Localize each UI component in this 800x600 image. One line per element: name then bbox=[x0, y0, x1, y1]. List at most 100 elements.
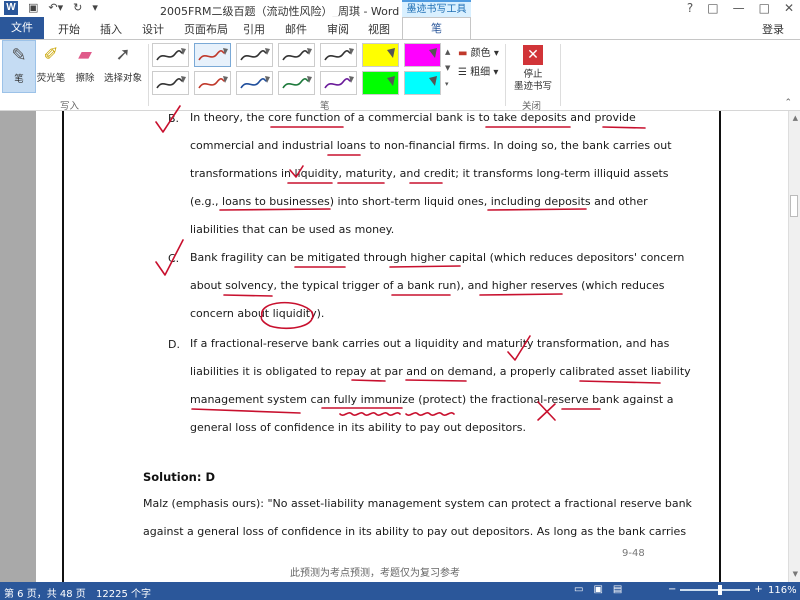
web-layout-icon[interactable]: ▤ bbox=[613, 584, 622, 595]
pen-button[interactable]: ✎ 笔 bbox=[2, 40, 36, 93]
ribbon-display-button[interactable]: □ bbox=[707, 1, 718, 15]
thickness-icon: ☰ bbox=[458, 67, 471, 78]
page-count[interactable]: 第 6 页，共 48 页 bbox=[4, 585, 86, 600]
text-line: general loss of confidence in its abilit… bbox=[190, 421, 527, 434]
stop-inking-button[interactable]: ✕ 停止 墨迹书写 bbox=[510, 42, 556, 93]
group-divider bbox=[148, 44, 149, 106]
pen-stroke-icon bbox=[282, 76, 312, 89]
pen-style-5[interactable] bbox=[320, 43, 357, 67]
text-line: If a fractional-reserve bank carries out… bbox=[190, 337, 670, 350]
login-link[interactable]: 登录 bbox=[762, 21, 784, 37]
save-icon[interactable]: ▣ bbox=[28, 1, 38, 15]
gallery-scroll[interactable]: ▲ ▼ ▾ bbox=[445, 44, 450, 92]
print-layout-icon[interactable]: ▣ bbox=[593, 584, 602, 595]
collapse-ribbon-icon[interactable]: ⌃ bbox=[784, 98, 792, 108]
pen-style-9[interactable] bbox=[194, 71, 231, 95]
pen-style-14[interactable] bbox=[404, 71, 441, 95]
page-footer: 此预测为考点预测，考题仅为复习参考 bbox=[290, 568, 460, 579]
pen-style-11[interactable] bbox=[278, 71, 315, 95]
highlighter-pen-icon bbox=[387, 48, 395, 58]
word-count[interactable]: 12225 个字 bbox=[96, 585, 151, 600]
close-button[interactable]: ✕ bbox=[784, 1, 794, 15]
pen-color-button[interactable]: ▬ 颜色 ▾ bbox=[458, 44, 499, 63]
option-c-text[interactable]: Bank fragility can be mitigated through … bbox=[190, 244, 684, 328]
page-border-right bbox=[719, 111, 721, 582]
option-letter-b: B. bbox=[168, 112, 180, 125]
read-mode-icon[interactable]: ▭ bbox=[574, 584, 583, 595]
eraser-button[interactable]: ▰ 擦除 bbox=[70, 40, 100, 84]
tab-file[interactable]: 文件 bbox=[0, 17, 44, 39]
text-line: against a general loss of confidence in … bbox=[143, 525, 687, 538]
pen-stroke-icon bbox=[198, 48, 228, 61]
maximize-button[interactable]: □ bbox=[759, 1, 770, 15]
zoom-slider-thumb[interactable] bbox=[718, 585, 723, 595]
scroll-down-icon[interactable]: ▼ bbox=[793, 570, 798, 578]
undo-icon[interactable]: ↶▾ bbox=[48, 1, 63, 15]
zoom-out-button[interactable]: − bbox=[668, 584, 676, 595]
eraser-icon: ▰ bbox=[78, 44, 92, 65]
highlighter-pen-icon bbox=[387, 76, 395, 86]
vertical-scrollbar[interactable] bbox=[788, 111, 800, 582]
zoom-in-button[interactable]: + bbox=[754, 584, 762, 595]
text-line: liabilities that can be used as money. bbox=[190, 223, 395, 236]
pen-thickness-button[interactable]: ☰ 粗细 ▾ bbox=[458, 63, 499, 82]
text-line: In theory, the core function of a commer… bbox=[190, 111, 636, 124]
pen-style-10[interactable] bbox=[236, 71, 273, 95]
group-divider bbox=[505, 44, 506, 106]
scrollbar-thumb[interactable] bbox=[790, 195, 798, 217]
minimize-button[interactable]: — bbox=[733, 1, 745, 15]
text-line: transformations in liquidity, maturity, … bbox=[190, 167, 669, 180]
context-tool-label: 墨迹书写工具 bbox=[402, 0, 471, 17]
pen-style-1[interactable] bbox=[152, 43, 189, 67]
view-buttons: ▭ ▣ ▤ bbox=[574, 584, 622, 595]
redo-icon[interactable]: ↻ bbox=[73, 1, 82, 15]
pen-style-13[interactable] bbox=[362, 71, 399, 95]
pen-options: ▬ 颜色 ▾ ☰ 粗细 ▾ bbox=[458, 44, 499, 82]
color-icon: ▬ bbox=[458, 48, 471, 59]
window-controls: ? □ — □ ✕ bbox=[687, 1, 794, 15]
pen-stroke-icon bbox=[156, 76, 186, 89]
stop-icon: ✕ bbox=[523, 45, 543, 65]
pen-style-3[interactable] bbox=[236, 43, 273, 67]
page-number: 9-48 bbox=[622, 548, 645, 559]
cursor-icon: ➚ bbox=[115, 44, 131, 65]
pen-stroke-icon bbox=[324, 76, 354, 89]
highlighter-pen-icon bbox=[429, 48, 437, 58]
pen-style-7[interactable] bbox=[404, 43, 441, 67]
tab-view[interactable]: 视图 bbox=[368, 21, 390, 37]
tab-home[interactable]: 开始 bbox=[58, 21, 80, 37]
title-bar: W ▣ ↶▾ ↻ ▾ 2005FRM二级百题（流动性风险）_周琪 - Word … bbox=[0, 0, 800, 18]
scroll-up-icon[interactable]: ▲ bbox=[793, 114, 798, 122]
text-line: (e.g., loans to businesses) into short-t… bbox=[190, 195, 648, 208]
solution-heading: Solution: D bbox=[143, 470, 215, 484]
pen-style-6[interactable] bbox=[362, 43, 399, 67]
tab-review[interactable]: 审阅 bbox=[327, 21, 349, 37]
option-b-text[interactable]: In theory, the core function of a commer… bbox=[190, 104, 672, 244]
explanation-text[interactable]: Malz (emphasis ours): "No asset-liabilit… bbox=[143, 490, 692, 546]
tab-insert[interactable]: 插入 bbox=[100, 21, 122, 37]
help-button[interactable]: ? bbox=[687, 1, 693, 15]
highlighter-button[interactable]: ✐ 荧光笔 bbox=[34, 40, 68, 84]
zoom-level[interactable]: 116% bbox=[768, 585, 797, 596]
group-label-write: 写入 bbox=[60, 101, 80, 112]
tab-references[interactable]: 引用 bbox=[243, 21, 265, 37]
zoom-slider[interactable] bbox=[680, 585, 751, 595]
tab-design[interactable]: 设计 bbox=[142, 21, 164, 37]
tab-mailings[interactable]: 邮件 bbox=[285, 21, 307, 37]
pen-style-8[interactable] bbox=[152, 71, 189, 95]
text-line: concern about liquidity). bbox=[190, 307, 325, 320]
tab-layout[interactable]: 页面布局 bbox=[184, 21, 228, 37]
pen-stroke-icon bbox=[198, 76, 228, 89]
pen-icon: ✎ bbox=[11, 45, 27, 66]
text-line: liabilities it is obligated to repay at … bbox=[190, 365, 691, 378]
pen-style-4[interactable] bbox=[278, 43, 315, 67]
pen-stroke-icon bbox=[324, 48, 354, 61]
pen-style-12[interactable] bbox=[320, 71, 357, 95]
pen-style-2[interactable] bbox=[194, 43, 231, 67]
customize-qat-icon[interactable]: ▾ bbox=[92, 1, 98, 15]
option-d-text[interactable]: If a fractional-reserve bank carries out… bbox=[190, 330, 691, 442]
group-divider bbox=[560, 44, 561, 106]
tab-pen[interactable]: 笔 bbox=[402, 17, 471, 39]
select-objects-button[interactable]: ➚ 选择对象 bbox=[100, 40, 146, 84]
status-bar: 第 6 页，共 48 页 12225 个字 ▭ ▣ ▤ − + 116% bbox=[0, 582, 800, 600]
